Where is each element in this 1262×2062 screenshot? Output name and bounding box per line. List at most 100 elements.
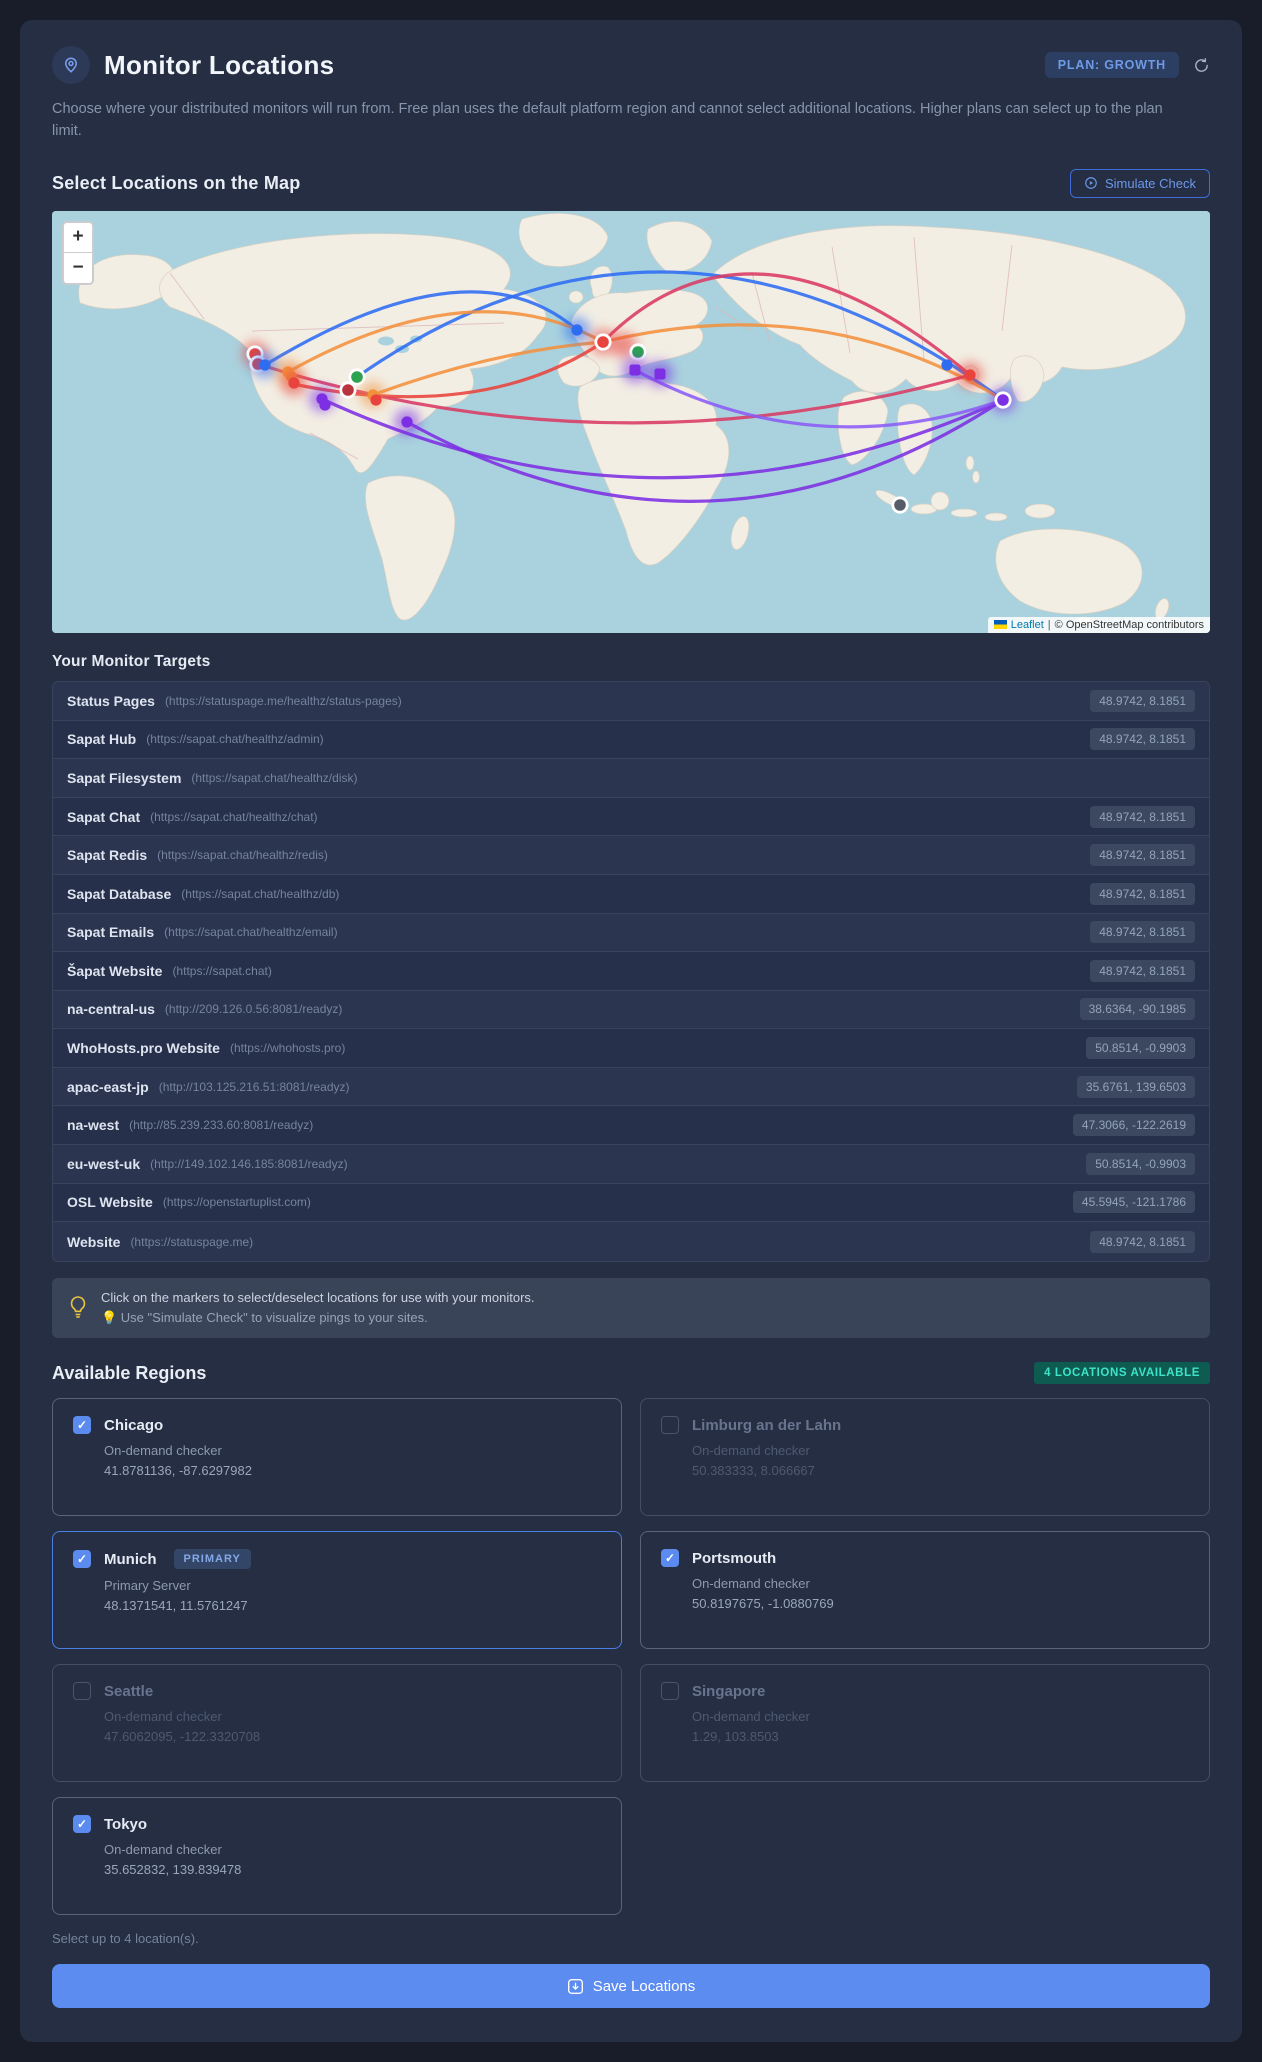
map-marker[interactable] <box>401 416 413 428</box>
table-row[interactable]: apac-east-jp (http://103.125.216.51:8081/… <box>53 1067 1209 1107</box>
target-url: (https://sapat.chat/healthz/chat) <box>150 809 318 824</box>
target-name: apac-east-jp <box>67 1078 149 1095</box>
target-name: Sapat Chat <box>67 808 141 825</box>
checkbox-checked[interactable] <box>73 1815 91 1834</box>
region-coords: 50.8197675, -1.0880769 <box>692 1596 834 1612</box>
target-coords-badge: 48.9742, 8.1851 <box>1090 921 1195 944</box>
target-coords-badge: 48.9742, 8.1851 <box>1090 728 1195 751</box>
map-marker[interactable] <box>964 369 976 381</box>
selection-limit-note: Select up to 4 location(s). <box>52 1931 199 1947</box>
target-name: Sapat Database <box>67 885 172 902</box>
map-marker[interactable] <box>259 359 271 371</box>
regions-heading: Available Regions <box>52 1362 207 1383</box>
osm-attribution: © OpenStreetMap contributors <box>1054 618 1204 631</box>
target-coords-badge: 47.3066, -122.2619 <box>1072 1114 1195 1137</box>
target-url: (https://sapat.chat/healthz/disk) <box>191 770 358 785</box>
target-url: (https://statuspage.me/healthz/status-pa… <box>164 693 402 708</box>
simulate-check-button[interactable]: Simulate Check <box>1069 168 1210 198</box>
map-section-title: Select Locations on the Map <box>52 172 301 193</box>
refresh-icon[interactable] <box>1193 57 1210 74</box>
table-row[interactable]: Sapat Redis (https://sapat.chat/healthz/r… <box>53 836 1209 875</box>
target-name: Website <box>67 1233 121 1250</box>
map-marker[interactable] <box>571 324 583 336</box>
target-url: (https://sapat.chat/healthz/admin) <box>146 732 324 747</box>
table-row[interactable]: Šapat Website (https://sapat.chat) 48.9742… <box>53 952 1209 991</box>
leaflet-link[interactable]: Leaflet <box>1011 619 1044 631</box>
region-card-portsmouth[interactable]: Portsmouth On-demand checker 50.8197675,… <box>640 1531 1210 1650</box>
table-row[interactable]: eu-west-uk (http://149.102.146.185:8081/r… <box>53 1145 1209 1184</box>
table-row[interactable]: OSL Website (https://openstartuplist.com)… <box>53 1183 1209 1223</box>
region-card-limburg[interactable]: Limburg an der Lahn On-demand checker 50… <box>640 1398 1210 1517</box>
map-marker[interactable] <box>288 377 300 389</box>
play-circle-icon <box>1085 177 1097 190</box>
table-row[interactable]: Sapat Chat (https://sapat.chat/healthz/ch… <box>53 797 1209 837</box>
checkbox-unchecked[interactable] <box>73 1682 91 1701</box>
locations-available-badge: 4 LOCATIONS AVAILABLE <box>1034 1362 1210 1385</box>
target-coords-badge: 48.9742, 8.1851 <box>1090 959 1195 982</box>
target-name: OSL Website <box>67 1194 153 1211</box>
target-name: Sapat Filesystem <box>67 769 182 786</box>
map-marker[interactable] <box>319 399 331 411</box>
world-map[interactable]: + − Leaflet | © OpenStreetMap contributo… <box>52 210 1210 633</box>
region-card-tokyo[interactable]: Tokyo On-demand checker 35.652832, 139.8… <box>52 1797 622 1916</box>
checkbox-unchecked[interactable] <box>661 1416 679 1435</box>
checkbox-checked[interactable] <box>73 1416 91 1435</box>
map-marker[interactable] <box>941 359 953 371</box>
region-card-munich[interactable]: Munich PRIMARY Primary Server 48.1371541,… <box>52 1531 622 1650</box>
region-coords: 41.8781136, -87.6297982 <box>104 1463 252 1479</box>
checkbox-unchecked[interactable] <box>661 1682 679 1701</box>
target-name: WhoHosts.pro Website <box>67 1040 220 1057</box>
map-zoom-control[interactable]: + − <box>62 220 94 285</box>
map-marker[interactable] <box>632 346 644 358</box>
table-row[interactable]: na-central-us (http://209.126.0.56:8081/r… <box>53 990 1209 1030</box>
table-row[interactable]: Sapat Hub (https://sapat.chat/healthz/adm… <box>53 720 1209 760</box>
save-locations-button[interactable]: Save Locations <box>52 1964 1210 2009</box>
map-marker[interactable] <box>370 394 382 406</box>
table-row[interactable]: Sapat Database (https://sapat.chat/health… <box>53 874 1209 914</box>
target-coords-badge: 38.6364, -90.1985 <box>1079 998 1195 1021</box>
target-coords-badge: 35.6761, 139.6503 <box>1076 1075 1195 1098</box>
table-row[interactable]: Sapat Emails (https://sapat.chat/healthz/… <box>53 913 1209 953</box>
map-marker[interactable] <box>654 368 666 380</box>
region-coords: 50.383333, 8.066667 <box>692 1463 815 1479</box>
region-coords: 1.29, 103.8503 <box>692 1729 779 1745</box>
page-title: Monitor Locations <box>104 49 335 80</box>
map-marker[interactable] <box>997 394 1009 406</box>
target-coords-badge: 48.9742, 8.1851 <box>1090 805 1195 828</box>
checkbox-checked[interactable] <box>73 1550 91 1569</box>
tip-line-2: 💡 Use "Simulate Check" to visualize ping… <box>101 1309 428 1325</box>
target-coords-badge: 45.5945, -121.1786 <box>1072 1191 1195 1214</box>
table-row[interactable]: Status Pages (https://statuspage.me/healt… <box>53 681 1209 721</box>
map-marker[interactable] <box>894 499 906 511</box>
region-name: Portsmouth <box>692 1549 777 1567</box>
attribution-separator: | <box>1047 618 1051 631</box>
map-marker[interactable] <box>342 384 354 396</box>
primary-badge: PRIMARY <box>173 1549 251 1570</box>
region-card-singapore[interactable]: Singapore On-demand checker 1.29, 103.85… <box>640 1664 1210 1783</box>
region-card-chicago[interactable]: Chicago On-demand checker 41.8781136, -8… <box>52 1398 622 1517</box>
target-coords-badge: 48.9742, 8.1851 <box>1090 689 1195 712</box>
region-type: On-demand checker <box>692 1709 810 1725</box>
map-marker[interactable] <box>597 336 609 348</box>
zoom-out-button[interactable]: − <box>64 252 92 283</box>
target-url: (https://whohosts.pro) <box>229 1041 346 1056</box>
table-row[interactable]: Website (https://statuspage.me) 48.9742, 8… <box>53 1222 1209 1261</box>
table-row[interactable]: na-west (http://85.239.233.60:8081/readyz… <box>53 1106 1209 1146</box>
map-marker[interactable] <box>629 364 641 376</box>
tip-line-1: Click on the markers to select/deselect … <box>101 1289 535 1305</box>
zoom-in-button[interactable]: + <box>64 222 92 253</box>
target-url: (https://statuspage.me) <box>130 1234 254 1249</box>
location-pin-icon <box>52 46 90 84</box>
target-coords-badge: 48.9742, 8.1851 <box>1090 882 1195 905</box>
checkbox-checked[interactable] <box>661 1549 679 1568</box>
map-canvas[interactable] <box>52 210 1210 633</box>
region-coords: 47.6062095, -122.3320708 <box>104 1729 261 1745</box>
table-row[interactable]: Sapat Filesystem (https://sapat.chat/heal… <box>53 759 1209 798</box>
region-card-seattle[interactable]: Seattle On-demand checker 47.6062095, -1… <box>52 1664 622 1783</box>
table-row[interactable]: WhoHosts.pro Website (https://whohosts.pr… <box>53 1029 1209 1068</box>
map-marker[interactable] <box>351 371 363 383</box>
region-type: On-demand checker <box>692 1443 810 1459</box>
target-url: (http://149.102.146.185:8081/readyz) <box>150 1156 348 1171</box>
target-url: (https://sapat.chat/healthz/db) <box>181 886 340 901</box>
target-coords-badge: 50.8514, -0.9903 <box>1086 1152 1195 1175</box>
